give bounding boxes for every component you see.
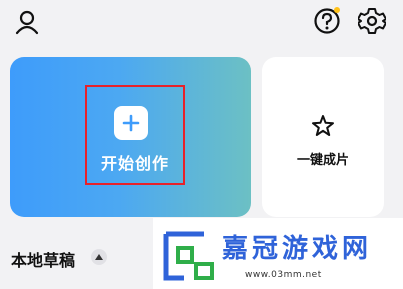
start-create-label: 开始创作 bbox=[100, 154, 169, 173]
notification-dot bbox=[334, 7, 340, 13]
watermark-title: 嘉冠游戏网 bbox=[222, 234, 373, 264]
top-bar bbox=[0, 0, 403, 48]
gear-icon[interactable] bbox=[356, 5, 388, 37]
user-icon[interactable] bbox=[12, 7, 42, 37]
help-icon[interactable] bbox=[312, 6, 342, 36]
star-icon bbox=[310, 113, 336, 139]
caret-up-icon[interactable] bbox=[91, 249, 107, 265]
one-click-video-label: 一键成片 bbox=[296, 153, 349, 168]
watermark-logo bbox=[160, 226, 220, 284]
local-drafts-title: 本地草稿 bbox=[11, 251, 76, 270]
plus-icon[interactable] bbox=[114, 106, 148, 140]
watermark-url: www.03mm.net bbox=[245, 270, 322, 280]
